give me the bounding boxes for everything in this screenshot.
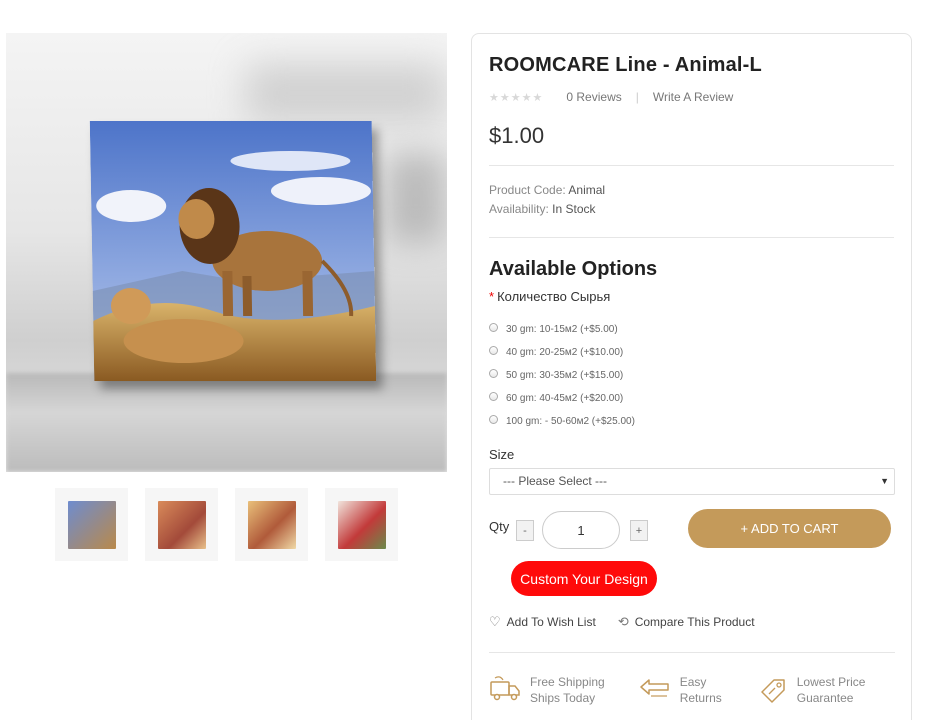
radio-option-label: 50 gm: 30-35м2 (+$15.00)	[506, 370, 624, 381]
custom-design-button[interactable]: Custom Your Design	[511, 561, 657, 596]
compare-arrows-icon: ⟲	[617, 614, 629, 629]
radio-button[interactable]	[489, 323, 498, 332]
star-icon: ★	[499, 91, 510, 104]
radio-option-label: 100 gm: - 50-60м2 (+$25.00)	[506, 416, 635, 427]
background-blur	[386, 153, 446, 243]
features-row: Free Shipping Ships Today Easy Returns L…	[489, 674, 865, 706]
wishlist-label: Add To Wish List	[506, 615, 596, 629]
size-select[interactable]: --- Please Select --- ▼	[489, 468, 895, 495]
star-icon: ★	[510, 91, 521, 104]
availability-label: Availability:	[489, 202, 549, 216]
background-floor	[6, 373, 447, 472]
radio-option[interactable]: 40 gm: 20-25м2 (+$10.00)	[489, 341, 894, 364]
rating-row: ★ ★ ★ ★ ★ 0 Reviews | Write A Review	[489, 90, 894, 104]
radio-button[interactable]	[489, 346, 498, 355]
dropdown-arrow-icon: ▼	[880, 476, 889, 486]
divider	[489, 165, 894, 166]
product-info-panel: ROOMCARE Line - Animal-L ★ ★ ★ ★ ★ 0 Rev…	[471, 33, 912, 720]
product-code-value: Animal	[568, 183, 606, 197]
add-to-cart-button[interactable]: + ADD TO CART	[688, 509, 891, 548]
size-select-value: --- Please Select ---	[503, 474, 608, 488]
radio-button[interactable]	[489, 369, 498, 378]
radio-option[interactable]: 50 gm: 30-35м2 (+$15.00)	[489, 364, 894, 387]
background-blur	[246, 63, 446, 123]
back-arrow-icon	[639, 679, 669, 697]
divider	[489, 237, 894, 238]
free-shipping-truck-icon	[490, 676, 520, 701]
radio-option-label: 40 gm: 20-25м2 (+$10.00)	[506, 347, 624, 358]
feature-line1: Lowest Price	[796, 675, 866, 689]
availability-value: In Stock	[552, 202, 596, 216]
product-code-label: Product Code:	[489, 183, 566, 197]
feature-line2: Guarantee	[796, 691, 854, 705]
divider	[489, 652, 895, 653]
thumbnail-3[interactable]	[235, 488, 308, 561]
required-asterisk: *	[489, 289, 495, 304]
size-label: Size	[489, 447, 515, 462]
thumbnail-4[interactable]	[325, 488, 398, 561]
thumbnail-1[interactable]	[55, 488, 128, 561]
compare-label: Compare This Product	[634, 615, 755, 629]
radio-option[interactable]: 60 gm: 40-45м2 (+$20.00)	[489, 387, 894, 410]
radio-button[interactable]	[489, 392, 498, 401]
star-icon: ★	[532, 91, 543, 104]
qty-input[interactable]: 1	[542, 511, 620, 549]
feature-lowest-price: Lowest Price Guarantee	[758, 674, 866, 706]
feature-line2: Returns	[679, 691, 722, 705]
radio-option[interactable]: 30 gm: 10-15м2 (+$5.00)	[489, 318, 894, 341]
lion-painting	[89, 120, 377, 382]
feature-line1: Free Shipping	[530, 675, 605, 689]
product-meta: Product Code: Animal Availability: In St…	[489, 181, 894, 219]
material-quantity-label: * Количество Сырья	[489, 289, 894, 304]
feature-easy-returns: Easy Returns	[639, 674, 722, 706]
radio-button[interactable]	[489, 415, 498, 424]
qty-label: Qty	[489, 519, 510, 534]
product-actions: ♡ Add To Wish List ⟲ Compare This Produc…	[489, 614, 755, 630]
rating-stars: ★ ★ ★ ★ ★	[489, 91, 542, 104]
radio-option-label: 60 gm: 40-45м2 (+$20.00)	[506, 393, 624, 404]
star-icon: ★	[489, 91, 499, 104]
reviews-link[interactable]: 0 Reviews	[566, 90, 621, 104]
radio-option[interactable]: 100 gm: - 50-60м2 (+$25.00)	[489, 410, 894, 433]
compare-link[interactable]: ⟲ Compare This Product	[618, 614, 755, 630]
write-review-link[interactable]: Write A Review	[653, 90, 733, 104]
main-product-image[interactable]	[6, 33, 447, 472]
product-title: ROOMCARE Line - Animal-L	[489, 54, 762, 76]
heart-icon: ♡	[489, 614, 501, 629]
product-price: $1.00	[489, 123, 545, 148]
material-quantity-options: 30 gm: 10-15м2 (+$5.00) 40 gm: 20-25м2 (…	[489, 318, 894, 433]
separator: |	[635, 90, 639, 104]
wishlist-link[interactable]: ♡ Add To Wish List	[489, 614, 596, 630]
feature-free-shipping: Free Shipping Ships Today	[489, 674, 605, 706]
thumbnail-strip	[55, 488, 398, 561]
thumbnail-2[interactable]	[145, 488, 218, 561]
options-title: Available Options	[489, 258, 658, 280]
qty-decrease-button[interactable]: -	[516, 520, 534, 541]
quantity-row: Qty - 1 + + ADD TO CART	[489, 509, 894, 569]
star-icon: ★	[521, 91, 532, 104]
radio-option-label: 30 gm: 10-15м2 (+$5.00)	[506, 324, 618, 335]
feature-line2: Ships Today	[530, 691, 596, 705]
material-quantity-text: Количество Сырья	[497, 289, 611, 304]
feature-line1: Easy	[679, 675, 707, 689]
qty-increase-button[interactable]: +	[630, 520, 648, 541]
price-tag-icon	[761, 679, 785, 703]
